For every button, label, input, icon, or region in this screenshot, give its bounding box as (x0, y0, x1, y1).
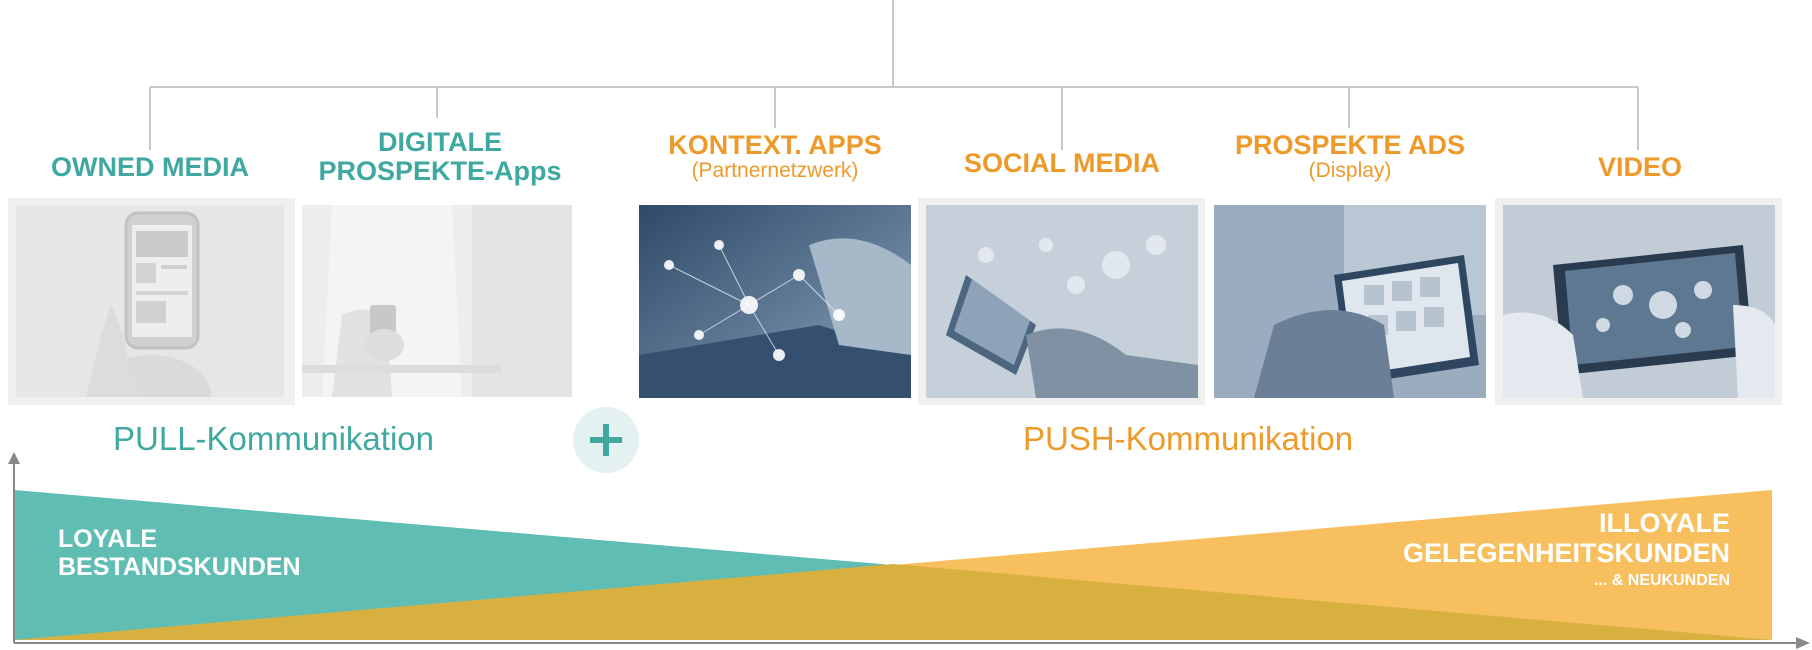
tablet-network-photo-icon (639, 205, 911, 398)
channel-title-video: VIDEO (1597, 152, 1683, 182)
phone-social-likes-photo-icon (926, 205, 1198, 398)
smartphone-app-photo-icon (16, 205, 284, 397)
x-axis-arrow (1796, 637, 1810, 649)
loyal-customers-label: LOYALE BESTANDSKUNDEN (58, 525, 301, 581)
disloyal-customers-label: ILLOYALE GELEGENHEITSKUNDEN ... & NEUKUN… (1402, 508, 1730, 590)
tablet-shopping-photo-icon (1214, 205, 1486, 398)
shopper-with-phone-photo-icon (302, 205, 572, 397)
channel-title-prospekte-ads: PROSPEKTE ADS (Display) (1234, 130, 1466, 183)
phone-video-photo-icon (1503, 205, 1775, 398)
y-axis-arrow (8, 452, 20, 464)
channel-title-owned-media: OWNED MEDIA (51, 152, 249, 182)
channel-title-social-media: SOCIAL MEDIA (963, 148, 1160, 178)
channel-title-kontext-apps: KONTEXT. APPS (Partnernetzwerk) (668, 130, 882, 183)
channel-title-digitale-prospekte: DIGITALE PROSPEKTE-Apps (318, 127, 562, 187)
